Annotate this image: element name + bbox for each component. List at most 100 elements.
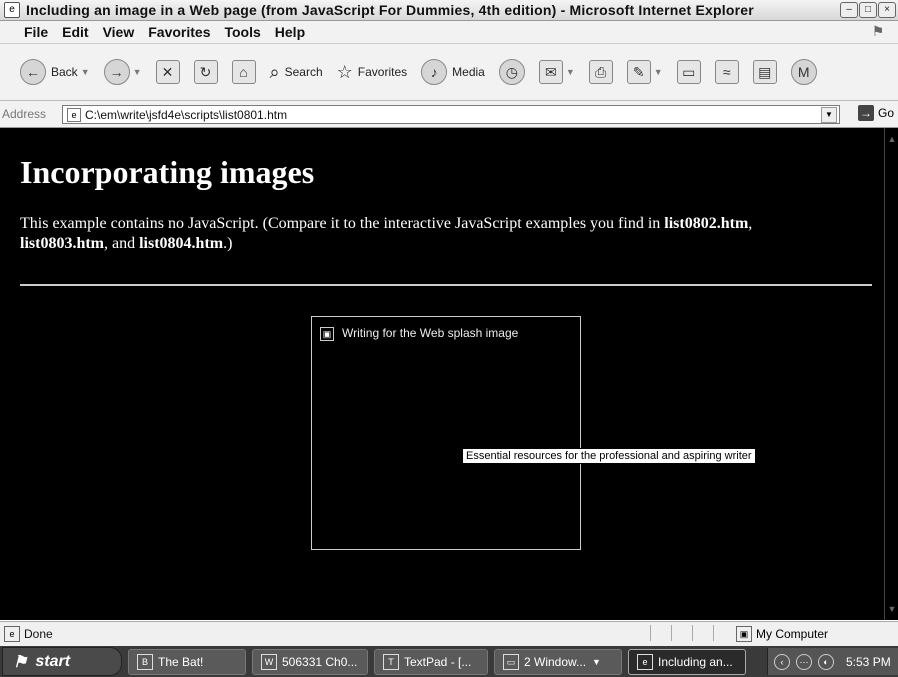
- go-button[interactable]: → Go: [857, 105, 894, 121]
- minimize-button[interactable]: –: [840, 2, 858, 18]
- scroll-down-icon[interactable]: ▼: [887, 604, 897, 614]
- go-label: Go: [877, 106, 894, 120]
- task-label: 506331 Ch0...: [282, 654, 358, 669]
- menu-help[interactable]: Help: [275, 24, 305, 40]
- edit-icon: ✎: [626, 60, 651, 84]
- ie-icon: e: [637, 653, 653, 670]
- start-button[interactable]: ⚑ start: [2, 647, 122, 676]
- task-label: 2 Window...: [524, 654, 587, 669]
- messenger-button[interactable]: ≈: [714, 60, 739, 84]
- tray-collapse-icon[interactable]: ‹: [774, 653, 790, 670]
- taskbar: ⚑ start B The Bat! W 506331 Ch0... T Tex…: [0, 646, 898, 677]
- chevron-down-icon: ▼: [565, 67, 575, 77]
- search-button[interactable]: ⌕ Search: [270, 62, 323, 83]
- network-icon[interactable]: ⋯: [796, 653, 812, 670]
- windows-flag-icon: ⚑: [13, 653, 28, 671]
- para-suffix: .): [223, 235, 233, 252]
- address-dropdown-button[interactable]: ▼: [821, 107, 837, 123]
- close-button[interactable]: ×: [878, 2, 896, 18]
- zone-label: My Computer: [756, 627, 829, 641]
- status-text: Done: [24, 627, 53, 641]
- history-icon: ◷: [498, 59, 525, 85]
- chevron-down-icon: ▼: [132, 67, 142, 77]
- broken-image-icon: ▣: [320, 327, 334, 341]
- forward-arrow-icon: →: [103, 59, 130, 85]
- print-button[interactable]: ⎙: [588, 60, 613, 84]
- textpad-icon: T: [383, 653, 399, 670]
- home-icon: ⌂: [231, 60, 256, 84]
- address-label: Address: [2, 107, 47, 121]
- task-windows-group[interactable]: ▭ 2 Window... ▼: [494, 648, 622, 675]
- para-and: , and: [104, 235, 140, 252]
- task-textpad[interactable]: T TextPad - [...: [374, 648, 488, 675]
- edit-button[interactable]: ✎ ▼: [626, 60, 663, 84]
- discuss-button[interactable]: ▭: [676, 60, 701, 84]
- discuss-icon: ▭: [676, 60, 701, 84]
- page-icon: e: [67, 107, 81, 122]
- print-icon: ⎙: [588, 60, 613, 84]
- scroll-up-icon[interactable]: ▲: [887, 134, 897, 144]
- home-button[interactable]: ⌂: [231, 60, 256, 84]
- image-tooltip: Essential resources for the professional…: [462, 448, 756, 464]
- back-button[interactable]: ← Back ▼: [20, 59, 90, 85]
- toolbar: ← Back ▼ → ▼ ✕ ↻ ⌂ ⌕ Search ☆ Favorites …: [0, 44, 898, 101]
- research-button[interactable]: ▤: [752, 60, 777, 84]
- bat-icon: B: [137, 653, 153, 670]
- media-button[interactable]: ♪ Media: [421, 59, 485, 85]
- task-label: The Bat!: [158, 654, 204, 669]
- chevron-down-icon: ▼: [80, 67, 90, 77]
- security-zone: ▣ My Computer: [736, 626, 828, 642]
- task-the-bat[interactable]: B The Bat!: [128, 648, 246, 675]
- maximize-button[interactable]: □: [859, 2, 877, 18]
- clock[interactable]: 5:53 PM: [846, 655, 891, 669]
- history-button[interactable]: ◷: [498, 59, 525, 85]
- link-list0804: list0804.htm: [139, 235, 224, 252]
- media-icon: ♪: [421, 59, 448, 85]
- task-label: TextPad - [...: [404, 654, 472, 669]
- ie-icon: e: [4, 2, 20, 18]
- forward-button[interactable]: → ▼: [103, 59, 142, 85]
- refresh-icon: ↻: [193, 60, 218, 84]
- m-button[interactable]: M: [790, 59, 817, 85]
- intro-paragraph: This example contains no JavaScript. (Co…: [20, 214, 840, 254]
- task-label: Including an...: [658, 654, 733, 669]
- favorites-label: Favorites: [357, 65, 408, 79]
- address-value: C:\em\write\jsfd4e\scripts\list0801.htm: [85, 107, 288, 122]
- page-done-icon: e: [4, 626, 20, 642]
- computer-icon: ▣: [736, 626, 752, 642]
- menu-tools[interactable]: Tools: [224, 24, 260, 40]
- task-word-doc[interactable]: W 506331 Ch0...: [252, 648, 368, 675]
- menu-file[interactable]: File: [24, 24, 48, 40]
- menu-view[interactable]: View: [103, 24, 135, 40]
- back-arrow-icon: ←: [20, 59, 46, 85]
- refresh-button[interactable]: ↻: [193, 60, 218, 84]
- search-icon: ⌕: [269, 61, 280, 82]
- folder-icon: ▭: [503, 653, 519, 670]
- status-bar: e Done ▣ My Computer: [0, 621, 898, 646]
- research-icon: ▤: [752, 60, 777, 84]
- volume-icon[interactable]: ◐: [818, 653, 834, 670]
- status-panes: [650, 625, 734, 641]
- address-input[interactable]: e C:\em\write\jsfd4e\scripts\list0801.ht…: [62, 105, 840, 124]
- link-list0803: list0803.htm: [20, 235, 104, 252]
- mail-button[interactable]: ✉ ▼: [538, 60, 575, 84]
- address-bar: Address e C:\em\write\jsfd4e\scripts\lis…: [0, 101, 898, 128]
- chart-icon: ≈: [714, 60, 739, 84]
- vertical-scrollbar[interactable]: ▲ ▼: [884, 128, 898, 620]
- menu-favorites[interactable]: Favorites: [148, 24, 210, 40]
- page-content: Incorporating images This example contai…: [0, 128, 884, 620]
- title-bar: e Including an image in a Web page (from…: [0, 0, 898, 21]
- menu-edit[interactable]: Edit: [62, 24, 88, 40]
- window-title: Including an image in a Web page (from J…: [26, 2, 754, 18]
- chevron-down-icon: ▼: [592, 656, 601, 667]
- media-label: Media: [452, 65, 485, 79]
- go-arrow-icon: →: [857, 105, 874, 121]
- favorites-button[interactable]: ☆ Favorites: [337, 62, 408, 83]
- stop-button[interactable]: ✕: [155, 60, 180, 84]
- task-ie-active[interactable]: e Including an...: [628, 648, 746, 675]
- word-icon: W: [261, 653, 277, 670]
- windows-logo-icon: ⚑: [871, 23, 885, 39]
- menu-bar: File Edit View Favorites Tools Help ⚑: [0, 21, 898, 44]
- link-list0802: list0802.htm: [664, 215, 749, 232]
- system-tray: ‹ ⋯ ◐ 5:53 PM: [767, 648, 898, 675]
